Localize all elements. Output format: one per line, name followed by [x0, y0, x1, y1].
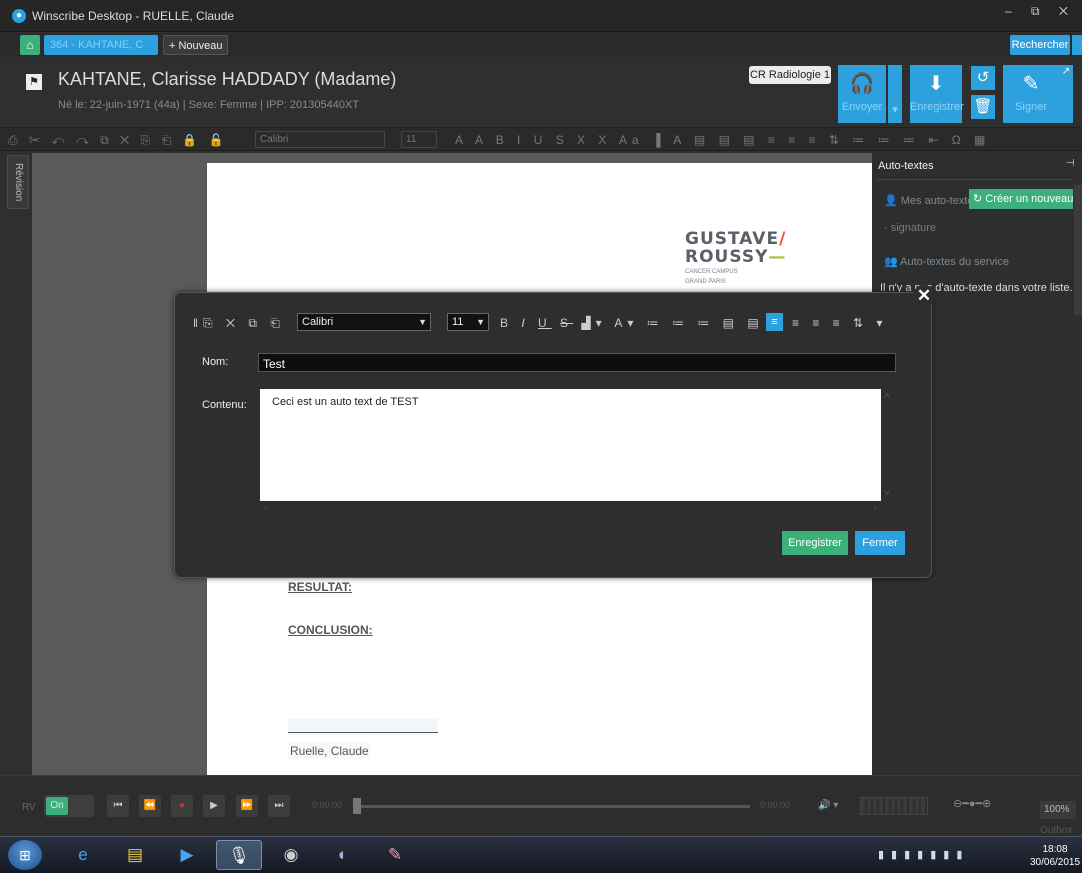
dialog-align-tools[interactable]: ≡ ≡ ≡ ⇅ ▾: [792, 316, 887, 330]
trash-icon[interactable]: 🗑: [971, 95, 995, 119]
clipboard-tools[interactable]: ⎙ ✂ ↶ ↷ ⧉ ✕ ⎘ ⎗ 🔒 🔓: [8, 133, 228, 148]
revision-tab[interactable]: Révision: [7, 155, 29, 209]
dialog-format-tools[interactable]: B I U S ▟▾ A▾ ≔ ≔ ≔ ▤ ▤: [500, 316, 764, 330]
align-left-icon[interactable]: ≡: [766, 313, 783, 331]
internet-explorer-icon[interactable]: e: [60, 840, 106, 870]
gustave-roussy-logo: GUSTAVE/ ROUSSY— CANCER CAMPUS GRAND PAR…: [685, 229, 787, 285]
fast-forward-icon[interactable]: ⏩: [236, 795, 258, 817]
pen-icon: ✎: [1022, 73, 1040, 95]
service-autotexts-section[interactable]: 👥 Auto-textes du service: [884, 255, 1009, 268]
download-arrow-icon: ⬇: [927, 73, 945, 95]
content-label: Contenu:: [202, 399, 247, 411]
tab-patient-record[interactable]: 364 - KAHTANE, C: [44, 35, 158, 55]
dialog-font-size-select[interactable]: 11 ▼: [447, 313, 489, 331]
headset-icon: 🎧: [849, 73, 875, 95]
on-toggle[interactable]: On: [44, 795, 94, 817]
report-template-badge[interactable]: CR Radiologie 1: [749, 66, 831, 84]
search-button[interactable]: Rechercher: [1010, 35, 1070, 55]
dialog-close-button[interactable]: Fermer: [855, 531, 905, 555]
dialog-font-select[interactable]: Calibri ▼: [297, 313, 431, 331]
app-logo-icon: ●: [12, 9, 26, 23]
autotext-item-signature[interactable]: · signature: [884, 222, 936, 234]
remote-app-icon[interactable]: ◐: [320, 840, 366, 870]
chevron-down-icon: ▼: [476, 317, 485, 327]
skip-start-icon[interactable]: ⏮: [107, 795, 129, 817]
create-autotext-button[interactable]: ↻ Créer un nouveau: [969, 189, 1073, 209]
time-elapsed: 0:00:00: [312, 800, 343, 810]
paint-app-icon[interactable]: ✎: [372, 840, 418, 870]
save-draft-button[interactable]: ⬇ Enregistrer: [910, 65, 964, 123]
user-icon: 👤: [884, 195, 901, 207]
result-heading: RESULTAT:: [288, 580, 352, 594]
content-vertical-scrollbar[interactable]: ˄ ˅: [881, 389, 895, 501]
window-title: Winscribe Desktop - RUELLE, Claude: [32, 9, 235, 23]
speed-slider[interactable]: ⊖━●━⊕: [953, 797, 1018, 815]
zoom-level[interactable]: 100%: [1040, 801, 1076, 819]
playback-track[interactable]: [355, 805, 750, 808]
pin-icon[interactable]: ⊣: [1066, 158, 1075, 169]
tabs-row: ⌂ 364 - KAHTANE, C + Nouveau Rechercher: [0, 33, 1082, 57]
new-tab-button[interactable]: + Nouveau: [163, 35, 228, 55]
editor-toolbar: ⎙ ✂ ↶ ↷ ⧉ ✕ ⎘ ⎗ 🔒 🔓 Calibri 11 A A B I U…: [0, 127, 1082, 151]
signature-line: [288, 719, 438, 733]
volume-meter: [860, 797, 928, 815]
sign-button[interactable]: ✎ Signer: [1003, 65, 1059, 123]
font-select-disabled[interactable]: Calibri: [255, 131, 385, 148]
media-player-icon[interactable]: ▶: [164, 840, 210, 870]
my-autotexts-section[interactable]: 👤 Mes auto-textes: [884, 194, 979, 207]
autotext-panel-title: Auto-textes: [878, 160, 934, 172]
taskbar-clock[interactable]: 18:08 30/06/2015: [1030, 843, 1080, 869]
rv-label: RV: [22, 802, 36, 813]
undo-icon[interactable]: ↺: [971, 66, 995, 90]
flag-icon[interactable]: ⚑: [26, 74, 42, 90]
home-icon[interactable]: ⌂: [20, 35, 40, 55]
window-controls[interactable]: – ⧉ ✕: [1005, 4, 1076, 19]
panel-scrollbar[interactable]: [1074, 185, 1082, 315]
content-editor[interactable]: Ceci est un auto text de TEST: [260, 389, 881, 501]
dialog-save-button[interactable]: Enregistrer: [782, 531, 848, 555]
system-tray-icons[interactable]: ▮▮▮▮▮▮▮: [878, 848, 969, 861]
dialog-close-icon[interactable]: ✕: [913, 285, 935, 307]
record-icon[interactable]: ●: [171, 795, 193, 817]
outbox-link[interactable]: Outbox: [1040, 825, 1072, 836]
name-input[interactable]: Test: [258, 353, 896, 372]
dialog-clipboard-tools[interactable]: ‖⎘ ✕ ⧉ ⎗: [193, 316, 285, 331]
start-button-icon[interactable]: ⊞: [8, 840, 42, 870]
share-icon[interactable]: ↗: [1059, 65, 1073, 123]
patient-meta: Né le: 22-juin-1971 (44a) | Sexe: Femme …: [58, 99, 360, 111]
volume-icon[interactable]: 🔊 ▾: [818, 800, 838, 811]
send-button[interactable]: 🎧 Envoyer: [838, 65, 886, 123]
patient-name: KAHTANE, Clarisse HADDADY (Madame): [58, 69, 397, 89]
panel-divider: [876, 179, 1072, 180]
send-dropdown[interactable]: ▾: [888, 65, 902, 123]
rewind-icon[interactable]: ⏪: [139, 795, 161, 817]
group-icon: 👥: [884, 256, 901, 268]
signer-name: Ruelle, Claude: [288, 743, 371, 759]
conclusion-heading: CONCLUSION:: [288, 623, 373, 637]
font-size-select-disabled[interactable]: 11: [401, 131, 437, 148]
disc-app-icon[interactable]: ◉: [268, 840, 314, 870]
skip-end-icon[interactable]: ⏭: [268, 795, 290, 817]
format-tools[interactable]: A A B I U S X X Aa ▐ A ▤ ▤ ▤ ≡ ≡ ≡ ⇅ ≔ ≔…: [455, 133, 990, 147]
chevron-down-icon: ▼: [418, 317, 427, 327]
refresh-arrow-icon: ↻: [973, 193, 986, 205]
winscribe-app-icon[interactable]: 🎙: [216, 840, 262, 870]
play-icon[interactable]: ▶: [203, 795, 225, 817]
content-horizontal-scrollbar[interactable]: ‹ ›: [260, 503, 881, 515]
file-explorer-icon[interactable]: ▤: [112, 840, 158, 870]
playback-handle[interactable]: [353, 798, 361, 814]
title-bar: ● Winscribe Desktop - RUELLE, Claude – ⧉…: [0, 0, 1082, 32]
time-total: 0:00:00: [760, 800, 791, 810]
name-label: Nom:: [202, 356, 229, 368]
gear-icon[interactable]: [1072, 35, 1082, 55]
